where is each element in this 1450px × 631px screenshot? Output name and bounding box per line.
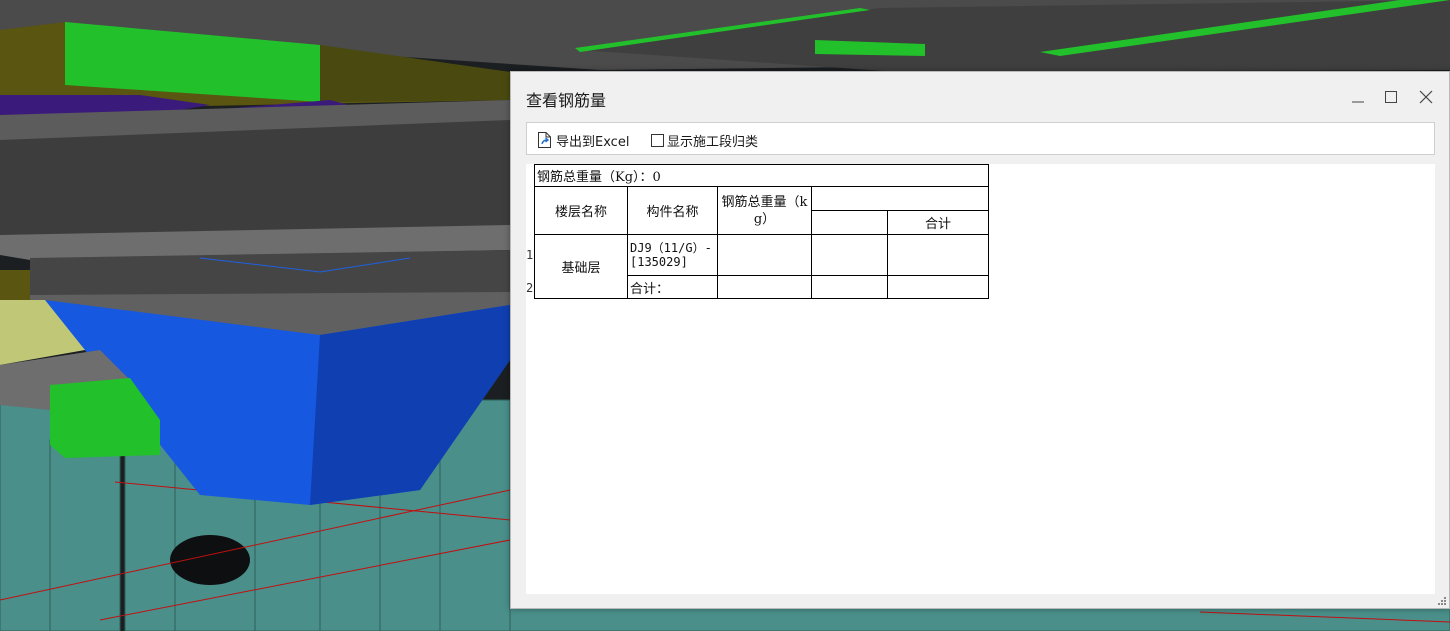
cell-component: DJ9（11/G）-[135029] — [627, 234, 718, 276]
row-number: 2 — [526, 281, 534, 295]
close-icon — [1419, 90, 1433, 104]
show-stage-checkbox-group[interactable]: 显示施工段归类 — [651, 130, 758, 150]
cell-weight — [717, 275, 812, 299]
show-stage-checkbox[interactable] — [651, 133, 664, 147]
report-area: 1 2 钢筋总重量（Kg）：0 楼层名称 构件名称 钢筋总重量（kg） 合计 基… — [526, 164, 1435, 594]
table-row[interactable]: 基础层 DJ9（11/G）-[135029] — [534, 234, 989, 299]
dialog-titlebar[interactable]: 查看钢筋量 — [511, 72, 1449, 122]
row-number: 1 — [526, 248, 534, 262]
header-floor: 楼层名称 — [534, 186, 628, 235]
export-excel-button[interactable]: 导出到Excel — [535, 130, 629, 150]
header-component: 构件名称 — [627, 186, 718, 235]
dialog-toolbar: 导出到Excel 显示施工段归类 — [526, 122, 1435, 155]
header-group — [811, 186, 989, 211]
header-row: 楼层名称 构件名称 钢筋总重量（kg） — [534, 186, 989, 235]
total-weight-label: 钢筋总重量（Kg）：0 — [534, 164, 989, 187]
maximize-icon — [1385, 91, 1397, 103]
cell-weight — [717, 234, 812, 276]
header-blank — [811, 210, 888, 235]
cell-floor: 基础层 — [534, 234, 628, 299]
cell-col5 — [887, 275, 989, 299]
minimize-button[interactable] — [1345, 85, 1371, 109]
total-row: 钢筋总重量（Kg）：0 — [534, 164, 989, 187]
cell-col5 — [887, 234, 989, 276]
export-excel-label: 导出到Excel — [556, 134, 630, 150]
cell-component: 合计： — [627, 275, 718, 299]
rebar-report-table: 钢筋总重量（Kg）：0 楼层名称 构件名称 钢筋总重量（kg） 合计 基础层 D… — [534, 164, 989, 299]
show-stage-label: 显示施工段归类 — [667, 134, 759, 150]
rebar-quantity-dialog: 查看钢筋量 导出到Excel 显示施工段归类 1 2 钢筋总重量（Kg）：0 楼… — [510, 71, 1450, 609]
minimize-icon — [1352, 101, 1364, 103]
cell-col4 — [811, 275, 888, 299]
maximize-button[interactable] — [1378, 85, 1404, 109]
cell-col4 — [811, 234, 888, 276]
resize-grip-icon[interactable] — [1437, 596, 1447, 606]
close-button[interactable] — [1413, 85, 1439, 109]
export-file-icon — [538, 132, 551, 148]
dialog-title: 查看钢筋量 — [526, 91, 607, 110]
header-total-weight: 钢筋总重量（kg） — [717, 186, 812, 235]
header-subtotal: 合计 — [887, 210, 989, 235]
